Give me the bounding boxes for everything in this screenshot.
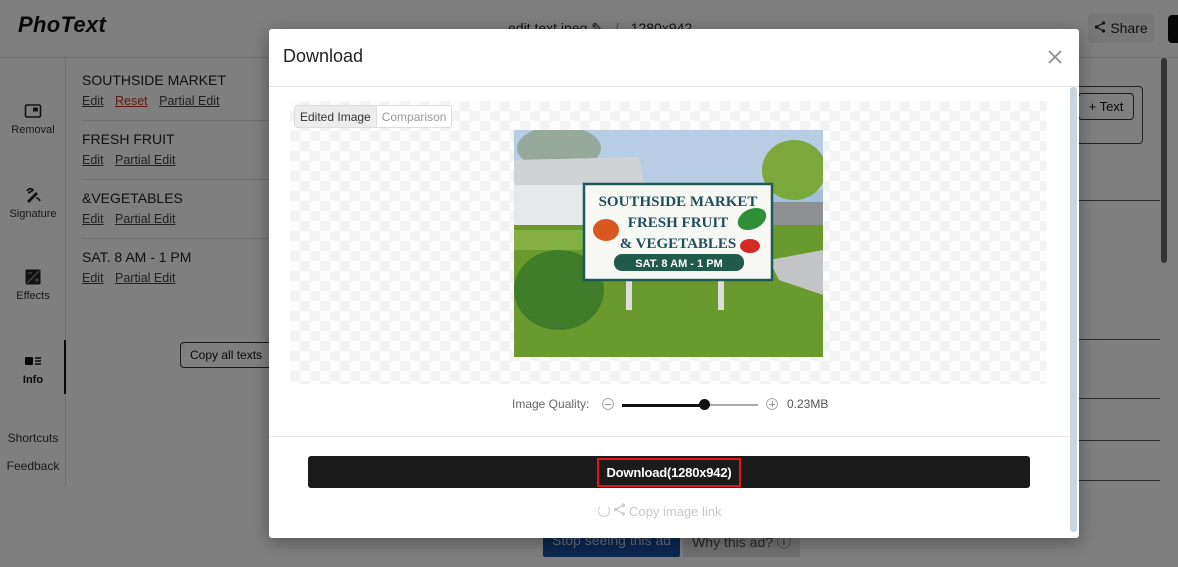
quality-slider-fill (622, 403, 704, 407)
share-icon (613, 503, 626, 519)
dialog-title: Download (283, 46, 364, 66)
image-quality-control: Image Quality: 0.23MB (269, 395, 1069, 415)
sign-line: SAT. 8 AM - 1 PM (635, 258, 722, 270)
download-button-label: Download(1280x942) (597, 457, 741, 487)
download-dialog: Download Edited Image Comparison SOUTHSI… (269, 29, 1079, 538)
sign-line: FRESH FRUIT (628, 215, 728, 231)
close-icon[interactable] (1045, 47, 1065, 67)
sign-line: SOUTHSIDE MARKET (599, 194, 758, 210)
loading-spinner-icon (598, 505, 610, 517)
tab-edited-image[interactable]: Edited Image (295, 106, 377, 127)
increase-quality-icon[interactable] (766, 398, 778, 410)
edited-image-preview: SOUTHSIDE MARKET FRESH FRUIT & VEGETABLE… (514, 130, 823, 357)
quality-slider-thumb[interactable] (698, 399, 710, 410)
dialog-footer: Download(1280x942) Copy image link (269, 436, 1069, 538)
copy-image-link-button[interactable]: Copy image link (598, 503, 722, 519)
dialog-header: Download (269, 29, 1079, 87)
copy-image-link-label: Copy image link (629, 503, 722, 519)
sign-line: & VEGETABLES (620, 236, 737, 252)
tab-comparison[interactable]: Comparison (376, 106, 452, 127)
file-size: 0.23MB (787, 397, 829, 411)
quality-slider[interactable] (622, 399, 758, 410)
view-mode-toggle: Edited Image Comparison (294, 105, 453, 128)
download-button[interactable]: Download(1280x942) (308, 456, 1030, 488)
dialog-scrollbar[interactable] (1070, 87, 1077, 532)
image-quality-label: Image Quality: (512, 397, 590, 411)
decrease-quality-icon[interactable] (602, 398, 614, 410)
